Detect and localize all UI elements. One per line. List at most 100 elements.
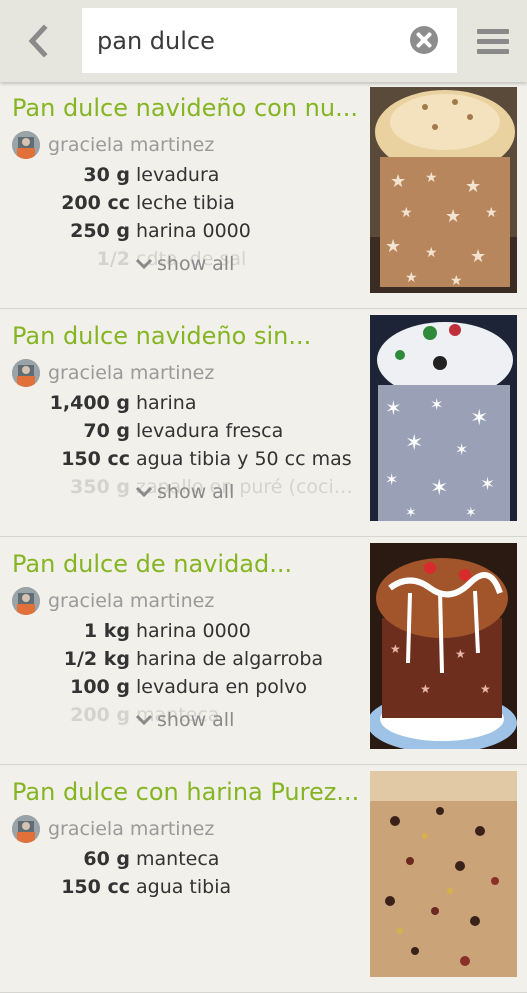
- recipe-title[interactable]: Pan dulce navideño con nu...: [12, 94, 357, 122]
- avatar: [12, 131, 40, 159]
- show-all-label: show all: [157, 709, 235, 731]
- top-app-bar: pan dulce: [0, 0, 527, 82]
- search-input[interactable]: pan dulce: [97, 27, 215, 55]
- ingredient-name: harina 0000: [136, 220, 251, 242]
- svg-text:★: ★: [390, 642, 401, 656]
- show-all-label: show all: [157, 253, 235, 275]
- ingredient-qty: 1/2 kg: [63, 648, 130, 670]
- ingredient-row: 70 g levadura fresca: [0, 420, 360, 448]
- recipe-photo[interactable]: ★ ★ ★ ★: [370, 543, 517, 749]
- recipe-card[interactable]: Pan dulce navideño sin... graciela marti…: [0, 310, 527, 537]
- svg-text:✶: ✶: [405, 431, 423, 456]
- svg-text:✶: ✶: [430, 395, 443, 414]
- svg-text:✶: ✶: [430, 476, 448, 501]
- author-name: graciela martinez: [48, 818, 215, 840]
- ingredient-name: harina: [136, 392, 197, 414]
- recipe-author[interactable]: graciela martinez: [12, 814, 214, 844]
- search-field[interactable]: pan dulce: [82, 8, 457, 73]
- chevron-down-icon: [135, 258, 153, 270]
- ingredient-qty: 1/2: [96, 248, 130, 270]
- avatar: [12, 359, 40, 387]
- ingredient-qty: 200 g: [70, 704, 130, 726]
- recipe-card[interactable]: Pan dulce de navidad... graciela martine…: [0, 538, 527, 765]
- svg-text:★: ★: [420, 682, 431, 696]
- ingredient-name: harina 0000: [136, 620, 251, 642]
- menu-button[interactable]: [476, 24, 510, 58]
- ingredient-qty: 1 kg: [83, 620, 130, 642]
- svg-text:★: ★: [425, 245, 438, 261]
- svg-text:✶: ✶: [405, 505, 417, 521]
- ingredient-qty: 200 cc: [61, 192, 130, 214]
- svg-text:★: ★: [450, 273, 463, 289]
- ingredient-qty: 1,400 g: [49, 392, 130, 414]
- recipe-title[interactable]: Pan dulce navideño sin...: [12, 322, 357, 350]
- ingredient-row: 60 g manteca: [0, 848, 360, 876]
- ingredient-qty: 250 g: [70, 220, 130, 242]
- svg-text:★: ★: [445, 206, 461, 227]
- svg-text:★: ★: [465, 176, 481, 197]
- back-button[interactable]: [22, 24, 56, 58]
- ingredient-row: 150 cc agua tibia y 50 cc mas: [0, 448, 360, 476]
- svg-text:★: ★: [470, 246, 486, 267]
- recipe-card[interactable]: Pan dulce navideño con nu... graciela ma…: [0, 82, 527, 309]
- ingredient-row: 250 g harina 0000: [0, 220, 360, 248]
- show-all-label: show all: [157, 481, 235, 503]
- recipe-author[interactable]: graciela martinez: [12, 130, 214, 160]
- ingredient-row: 1 kg harina 0000: [0, 620, 360, 648]
- chevron-left-icon: [28, 24, 48, 58]
- ingredient-row: 200 cc leche tibia: [0, 192, 360, 220]
- svg-text:★: ★: [485, 205, 498, 221]
- ingredient-row: 1,400 g harina: [0, 392, 360, 420]
- svg-text:✶: ✶: [465, 505, 477, 521]
- svg-text:★: ★: [455, 647, 466, 661]
- svg-text:★: ★: [400, 205, 413, 221]
- svg-text:★: ★: [480, 682, 491, 696]
- show-all-button[interactable]: show all: [135, 253, 234, 275]
- recipe-author[interactable]: graciela martinez: [12, 586, 214, 616]
- ingredient-name: leche tibia: [136, 192, 235, 214]
- svg-text:✶: ✶: [470, 406, 488, 431]
- svg-text:★: ★: [390, 171, 406, 192]
- svg-text:★: ★: [385, 236, 401, 257]
- ingredient-qty: 60 g: [83, 848, 130, 870]
- ingredient-row: 1/2 kg harina de algarroba: [0, 648, 360, 676]
- chevron-down-icon: [135, 486, 153, 498]
- hamburger-menu-icon: [477, 29, 509, 54]
- recipe-card[interactable]: Pan dulce con harina Purez... graciela m…: [0, 766, 527, 993]
- svg-text:✶: ✶: [480, 474, 495, 495]
- svg-text:★: ★: [405, 270, 418, 286]
- author-name: graciela martinez: [48, 362, 215, 384]
- ingredient-name: levadura fresca: [136, 420, 284, 442]
- ingredient-qty: 70 g: [83, 420, 130, 442]
- ingredient-name: levadura: [136, 164, 220, 186]
- ingredient-qty: 150 cc: [61, 448, 130, 470]
- recipe-title[interactable]: Pan dulce de navidad...: [12, 550, 357, 578]
- ingredient-name: harina de algarroba: [136, 648, 324, 670]
- recipe-photo[interactable]: ✶ ✶ ✶ ✶ ✶ ✶ ✶ ✶ ✶ ✶: [370, 315, 517, 521]
- ingredient-name: levadura en polvo: [136, 676, 308, 698]
- recipe-title[interactable]: Pan dulce con harina Purez...: [12, 778, 357, 806]
- avatar: [12, 815, 40, 843]
- ingredient-list: 60 g manteca 150 cc agua tibia: [0, 848, 360, 904]
- ingredient-row: 30 g levadura: [0, 164, 360, 192]
- svg-text:✶: ✶: [385, 396, 402, 420]
- author-name: graciela martinez: [48, 134, 215, 156]
- ingredient-qty: 350 g: [70, 476, 130, 498]
- chevron-down-icon: [135, 714, 153, 726]
- clear-search-button[interactable]: [409, 25, 439, 55]
- show-all-button[interactable]: show all: [135, 709, 234, 731]
- svg-text:★: ★: [425, 170, 438, 186]
- ingredient-qty: 30 g: [83, 164, 130, 186]
- recipe-photo[interactable]: ★ ★ ★ ★ ★ ★ ★ ★ ★ ★ ★: [370, 87, 517, 293]
- svg-text:✶: ✶: [455, 440, 468, 459]
- recipe-photo[interactable]: [370, 771, 517, 977]
- svg-text:✶: ✶: [385, 470, 398, 489]
- ingredient-row: 100 g levadura en polvo: [0, 676, 360, 704]
- recipe-author[interactable]: graciela martinez: [12, 358, 214, 388]
- show-all-button[interactable]: show all: [135, 481, 234, 503]
- ingredient-name: agua tibia y 50 cc mas: [136, 448, 352, 470]
- avatar: [12, 587, 40, 615]
- ingredient-name: manteca: [136, 848, 220, 870]
- clear-icon: [410, 26, 438, 54]
- author-name: graciela martinez: [48, 590, 215, 612]
